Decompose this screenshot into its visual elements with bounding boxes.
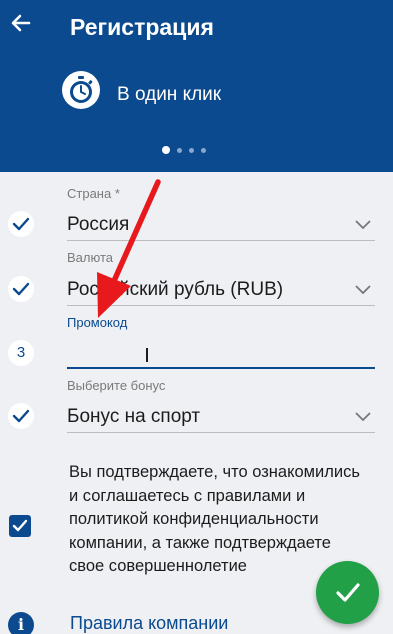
country-label: Страна * <box>67 186 120 201</box>
step-number-badge: 3 <box>8 340 34 366</box>
bonus-underline <box>67 432 375 433</box>
chevron-down-icon[interactable] <box>355 412 371 422</box>
country-underline <box>67 240 375 241</box>
currency-select[interactable]: Российский рубль (RUB) <box>67 279 283 301</box>
promo-label: Промокод <box>67 315 128 330</box>
step-complete-check-icon <box>8 403 34 429</box>
chevron-down-icon[interactable] <box>355 285 371 295</box>
company-rules-link[interactable]: Правила компании <box>70 613 228 634</box>
bonus-label: Выберите бонус <box>67 378 166 393</box>
page-dot[interactable] <box>189 147 194 153</box>
step-complete-check-icon <box>8 211 34 237</box>
step-complete-check-icon <box>8 276 34 302</box>
stopwatch-icon <box>62 71 100 109</box>
currency-underline <box>67 305 375 306</box>
terms-checkbox[interactable] <box>9 515 31 537</box>
terms-text: Вы подтверждаете, что ознакомились и сог… <box>69 463 360 575</box>
page-indicator <box>162 146 206 154</box>
currency-label: Валюта <box>67 250 113 265</box>
page-title: Регистрация <box>70 14 214 40</box>
country-select[interactable]: Россия <box>67 214 129 236</box>
promo-code-input[interactable] <box>67 340 367 366</box>
bonus-select[interactable]: Бонус на спорт <box>67 406 200 428</box>
info-icon: i <box>8 612 34 634</box>
check-icon <box>336 583 360 602</box>
page-dot[interactable] <box>162 146 170 154</box>
back-arrow-icon[interactable] <box>8 10 34 36</box>
text-cursor <box>146 348 148 362</box>
submit-button[interactable] <box>316 561 379 624</box>
chevron-down-icon[interactable] <box>355 220 371 230</box>
page-dot[interactable] <box>177 147 182 153</box>
registration-mode-label: В один клик <box>117 84 222 105</box>
promo-underline <box>67 367 375 369</box>
registration-header: Регистрация В один клик <box>0 0 393 172</box>
page-dot[interactable] <box>201 147 206 153</box>
